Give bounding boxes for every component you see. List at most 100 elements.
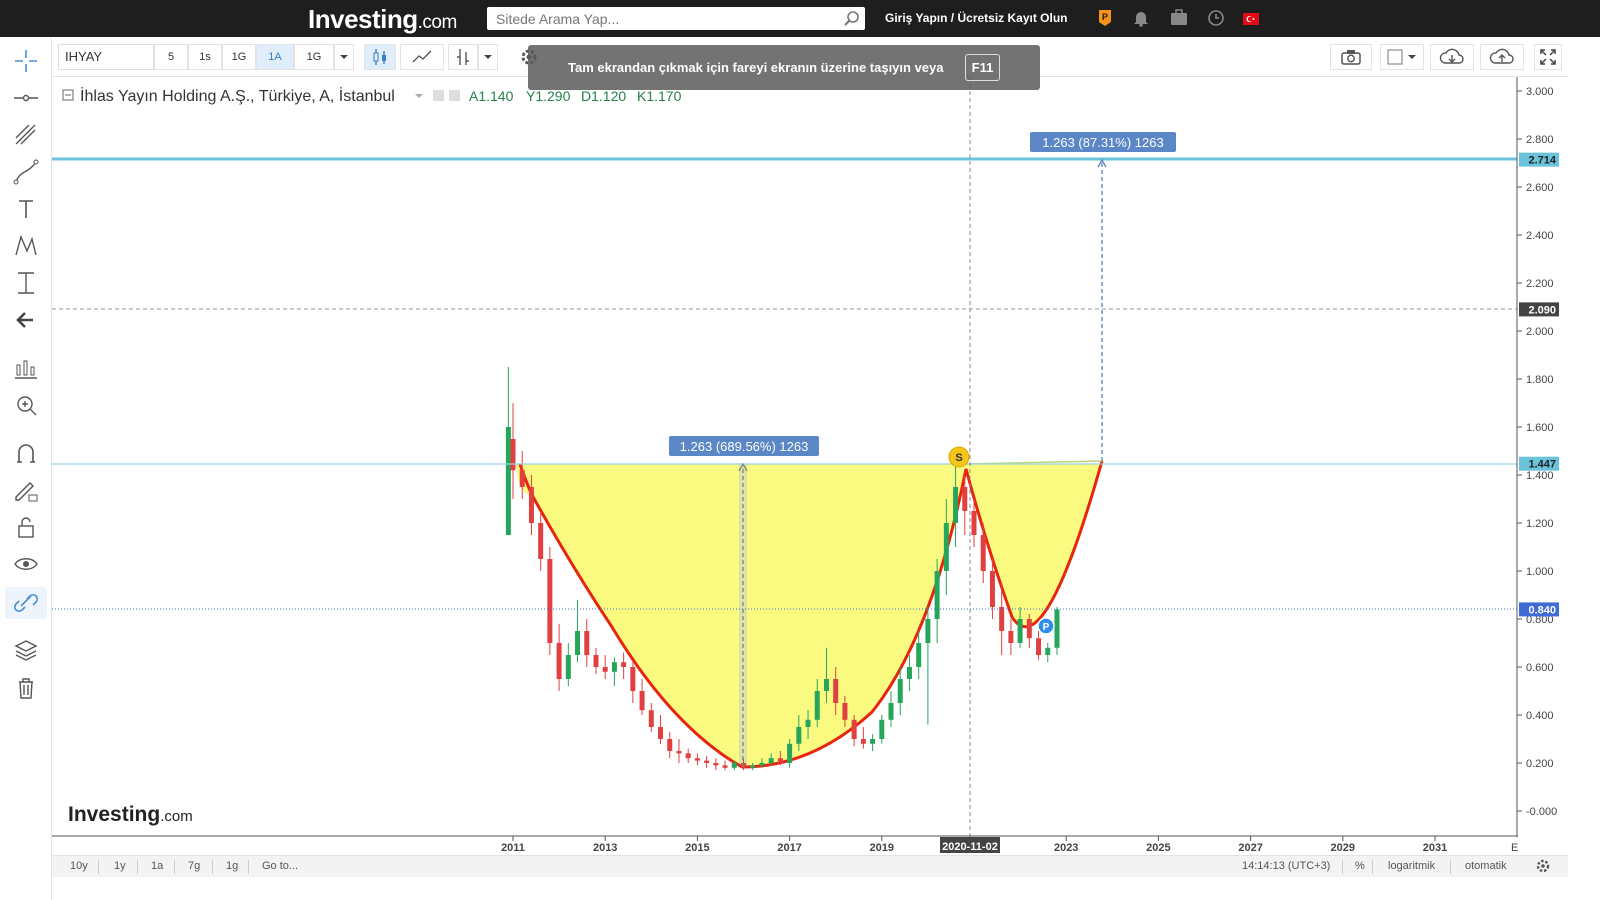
candle-body xyxy=(584,631,590,655)
price-marker[interactable]: P xyxy=(1037,617,1055,635)
login-link[interactable]: Giriş Yapın / Ücretsiz Kayıt Olun xyxy=(885,11,1068,25)
x-tick-label: 2027 xyxy=(1238,842,1262,854)
unlock-icon[interactable] xyxy=(11,512,41,542)
auto-toggle[interactable]: otomatik xyxy=(1465,860,1507,872)
y-tick-label: 1.400 xyxy=(1526,470,1554,482)
snapshot-button[interactable] xyxy=(1330,44,1372,70)
interval-5[interactable]: 5 xyxy=(154,44,188,70)
measure-icon[interactable] xyxy=(11,268,41,298)
interval-dropdown[interactable] xyxy=(334,44,354,70)
y-tick-label: 3.000 xyxy=(1526,86,1554,98)
interval-1a[interactable]: 1A xyxy=(256,44,294,70)
candle-body xyxy=(630,667,636,691)
x-tick-label: 2017 xyxy=(777,842,801,854)
zoom-icon[interactable] xyxy=(11,390,41,420)
pro-icon[interactable]: P xyxy=(1097,9,1113,32)
axis-settings-icon[interactable] xyxy=(1535,858,1551,877)
candle-body xyxy=(833,679,839,703)
x-tick-label: 2025 xyxy=(1146,842,1170,854)
range-1y[interactable]: 1y xyxy=(114,860,126,872)
lock-drawing-icon[interactable] xyxy=(11,475,41,505)
split-marker[interactable]: S xyxy=(948,446,970,468)
interval-1g-custom[interactable]: 1G xyxy=(294,44,334,70)
measure-label-left[interactable]: 1.263 (689.56%) 1263 xyxy=(669,436,819,456)
portfolio-icon[interactable] xyxy=(1170,9,1188,32)
candle-body xyxy=(879,719,885,739)
candle-body xyxy=(916,643,922,667)
interval-1s[interactable]: 1s xyxy=(188,44,222,70)
legend-hide-icon[interactable] xyxy=(449,90,460,101)
candles-button[interactable] xyxy=(364,44,396,70)
layout-button[interactable] xyxy=(1380,44,1424,70)
bottom-toolbar: 10y 1y 1a 7g 1g Go to... 14:14:13 (UTC+3… xyxy=(52,855,1568,877)
fullscreen-button[interactable] xyxy=(1534,44,1562,70)
range-7g[interactable]: 7g xyxy=(188,860,200,872)
clock-icon[interactable] xyxy=(1207,9,1225,32)
bell-icon[interactable] xyxy=(1133,9,1149,32)
legend-title: İhlas Yayın Holding A.Ş., Türkiye, A, İs… xyxy=(80,86,395,105)
candle-body xyxy=(731,763,737,768)
compare-button[interactable] xyxy=(448,44,478,70)
back-arrow-icon[interactable] xyxy=(11,305,41,335)
search-icon[interactable] xyxy=(843,10,861,33)
range-1g[interactable]: 1g xyxy=(226,860,238,872)
brush-icon[interactable] xyxy=(11,157,41,187)
candle-body xyxy=(943,523,949,571)
y-tick-label: 1.000 xyxy=(1526,566,1554,578)
magnet-icon[interactable] xyxy=(11,438,41,468)
cloud-load-button[interactable] xyxy=(1430,44,1474,70)
x-tick-label: 2013 xyxy=(593,842,617,854)
search-input[interactable] xyxy=(487,7,827,30)
text-icon[interactable] xyxy=(11,194,41,224)
turkey-flag-icon[interactable] xyxy=(1243,12,1259,30)
candle-body xyxy=(505,427,511,535)
fullscreen-notice: Tam ekrandan çıkmak için fareyi ekranın … xyxy=(528,45,1040,90)
interval-1g[interactable]: 1G xyxy=(222,44,256,70)
crosshair-icon[interactable] xyxy=(11,46,41,76)
x-tick-label: 2029 xyxy=(1331,842,1355,854)
candle-body xyxy=(777,758,783,763)
candle-body xyxy=(971,511,977,535)
clock-readout[interactable]: 14:14:13 (UTC+3) xyxy=(1242,860,1330,872)
candle-body xyxy=(538,523,544,559)
legend-dropdown-icon[interactable] xyxy=(415,94,423,98)
x-tick-label-cut: E xyxy=(1511,842,1518,854)
symbol-input[interactable]: IHYAY xyxy=(58,44,154,70)
price-axis[interactable]: 3.000 2.800 2.600 2.400 2.200 2.000 1.800 1.600… xyxy=(1517,86,1557,818)
range-1a[interactable]: 1a xyxy=(151,860,163,872)
candle-body xyxy=(639,691,645,711)
candle-body xyxy=(851,719,857,739)
y-tick-label: 2.600 xyxy=(1526,182,1554,194)
investing-logo[interactable]: Investing.com xyxy=(308,4,457,35)
log-toggle[interactable]: logaritmik xyxy=(1388,860,1435,872)
split-marker-text: S xyxy=(955,452,962,464)
pattern-icon[interactable] xyxy=(11,231,41,261)
link-icon[interactable] xyxy=(5,587,47,619)
x-tick-label: 2031 xyxy=(1423,842,1447,854)
fullscreen-notice-text: Tam ekrandan çıkmak için fareyi ekranın … xyxy=(568,60,944,75)
candle-body xyxy=(906,667,912,679)
trash-icon[interactable] xyxy=(11,673,41,703)
range-10y[interactable]: 10y xyxy=(70,860,88,872)
line-chart-button[interactable] xyxy=(400,44,444,70)
goto-date-button[interactable]: Go to... xyxy=(262,860,298,872)
time-axis[interactable]: 2011 2013 2015 2017 2019 2023 2025 2027 2029 2031… xyxy=(501,836,1518,854)
separator xyxy=(1450,860,1451,874)
pitchfork-icon[interactable] xyxy=(11,120,41,150)
indicators-icon[interactable] xyxy=(11,353,41,383)
price-chart[interactable]: 1.263 (689.56%) 1263 1.263 (87.31%) 1263… xyxy=(52,77,1568,855)
measure-label-right[interactable]: 1.263 (87.31%) 1263 xyxy=(1030,132,1176,152)
layers-icon[interactable] xyxy=(11,635,41,665)
legend-settings-icon[interactable] xyxy=(433,90,444,101)
candle-body xyxy=(722,765,728,768)
eye-icon[interactable] xyxy=(11,549,41,579)
x-tick-label: 2019 xyxy=(870,842,894,854)
horizontal-line-icon[interactable] xyxy=(11,83,41,113)
compare-dropdown[interactable] xyxy=(478,44,498,70)
candle-body xyxy=(934,571,940,619)
cloud-save-button[interactable] xyxy=(1480,44,1524,70)
y-tick-label: 1.600 xyxy=(1526,422,1554,434)
site-search xyxy=(487,7,865,30)
percent-toggle[interactable]: % xyxy=(1355,860,1365,872)
price-tag-text-resistance: 2.714 xyxy=(1528,155,1556,167)
